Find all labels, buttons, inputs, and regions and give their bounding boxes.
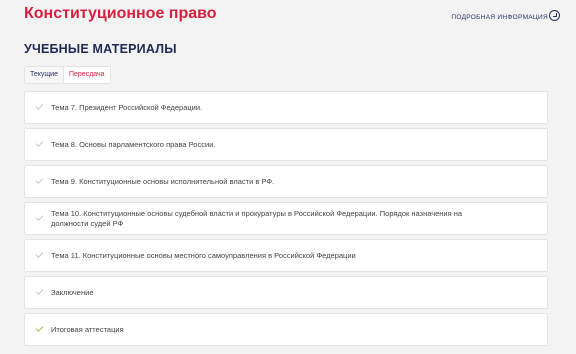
tab-current[interactable]: Текущие	[25, 67, 64, 83]
tab-retake[interactable]: Пересдача	[63, 67, 110, 83]
check-icon	[35, 101, 44, 110]
list-item-label: Тема 7. Президент Российской Федерации.	[51, 102, 203, 112]
list-item[interactable]: Заключение	[24, 276, 548, 309]
details-link[interactable]: ПОДРОБНАЯ ИНФОРМАЦИЯ	[451, 14, 548, 21]
chevron-circle-icon[interactable]	[549, 10, 560, 21]
list-item-label: Итоговая аттестация	[51, 324, 124, 334]
list-item[interactable]: Тема 9. Конституционные основы исполните…	[24, 165, 548, 198]
check-icon	[35, 249, 44, 258]
list-item-label: Заключение	[51, 287, 94, 297]
list-item-label: Тема 8. Основы парламентского права Росс…	[51, 139, 216, 149]
course-title: Конституционное право	[24, 5, 217, 22]
materials-list: Тема 7. Президент Российской Федерации. …	[24, 91, 548, 346]
list-item[interactable]: Итоговая аттестация	[24, 313, 548, 346]
list-item[interactable]: Тема 10. Конституционные основы судебной…	[24, 202, 548, 235]
check-icon	[35, 212, 44, 221]
list-item[interactable]: Тема 11. Конституционные основы местного…	[24, 239, 548, 272]
section-title: УЧЕБНЫЕ МАТЕРИАЛЫ	[24, 42, 177, 56]
check-icon	[35, 175, 44, 184]
tabs: Текущие Пересдача	[24, 66, 111, 84]
list-item[interactable]: Тема 8. Основы парламентского права Росс…	[24, 128, 548, 161]
check-icon	[35, 323, 44, 332]
check-icon	[35, 138, 44, 147]
list-item-label: Тема 11. Конституционные основы местного…	[51, 250, 356, 260]
check-icon	[35, 286, 44, 295]
list-item-label: Тема 10. Конституционные основы судебной…	[51, 208, 463, 228]
list-item-label: Тема 9. Конституционные основы исполните…	[51, 176, 275, 186]
list-item[interactable]: Тема 7. Президент Российской Федерации.	[24, 91, 548, 124]
